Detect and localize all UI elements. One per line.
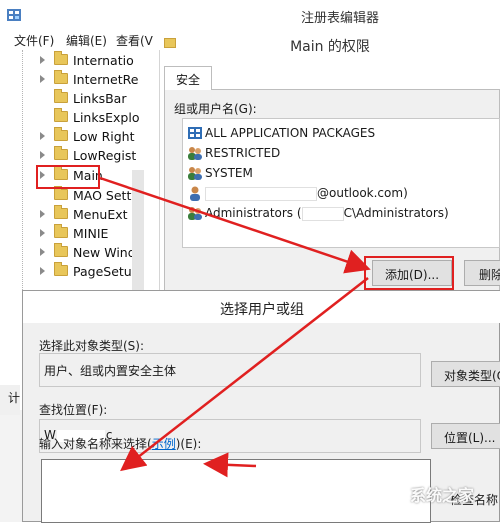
tree-item-label: PageSetup xyxy=(73,264,140,279)
expand-arrow-icon[interactable] xyxy=(40,267,45,275)
admin-prefix: Administrators ( xyxy=(205,206,302,220)
list-item[interactable]: ALL APPLICATION PACKAGES xyxy=(187,123,497,143)
menu-edit[interactable]: 编辑(E) xyxy=(66,32,107,49)
folder-icon xyxy=(54,224,68,238)
tree-item-label: LowRegist xyxy=(73,148,137,163)
tree-item-label: InternetRe xyxy=(73,72,139,87)
tree-item-linksbar[interactable]: LinksBar xyxy=(36,89,156,108)
expand-arrow-icon[interactable] xyxy=(40,210,45,218)
registry-status-bar: 计 xyxy=(0,385,20,415)
name-label-prefix: 输入对象名称来选择( xyxy=(39,437,152,451)
select-dialog-title: 选择用户或组 xyxy=(220,302,304,318)
registry-menubar: 文件(F) 编辑(E) 查看(V xyxy=(0,30,160,50)
list-item[interactable]: @outlook.com) xyxy=(187,183,497,203)
redacted-block xyxy=(301,206,344,221)
registry-window-title: 注册表编辑器 xyxy=(300,11,379,26)
expand-arrow-icon[interactable] xyxy=(40,56,45,64)
tree-item-label: LinksExplo xyxy=(73,110,140,125)
list-item[interactable]: Administrators ( C\Administrators) xyxy=(187,203,497,223)
folder-icon xyxy=(54,70,68,84)
list-item[interactable]: SYSTEM xyxy=(187,163,497,183)
folder-icon xyxy=(54,186,68,200)
registry-titlebar: 注册表编辑器 xyxy=(0,0,500,30)
menu-view[interactable]: 查看(V xyxy=(116,32,153,49)
tree-item-label: MAO Setti xyxy=(73,188,135,203)
expand-arrow-icon[interactable] xyxy=(40,75,45,83)
user-name: Administrators ( C\Administrators) xyxy=(205,206,449,221)
watermark: 系统之家 xyxy=(382,470,500,522)
watermark-text: 系统之家 xyxy=(410,486,475,505)
tree-item-internetre[interactable]: InternetRe xyxy=(36,70,156,89)
group-user-names-label: 组或用户名(G): xyxy=(174,102,257,116)
app-packages-icon xyxy=(188,127,202,139)
remove-button[interactable]: 删除 xyxy=(464,260,500,286)
user-group-icon xyxy=(188,207,202,220)
examples-link[interactable]: 示例 xyxy=(152,437,176,451)
folder-icon xyxy=(54,205,68,219)
menu-file[interactable]: 文件(F) xyxy=(14,32,54,49)
object-types-button[interactable]: 对象类型(O xyxy=(431,361,500,387)
expand-arrow-icon[interactable] xyxy=(40,229,45,237)
name-label-suffix: )(E): xyxy=(175,437,202,451)
tree-item-label: Low Right xyxy=(73,129,135,144)
redacted-block xyxy=(205,186,317,201)
tree-scrollbar-thumb[interactable] xyxy=(132,170,144,290)
folder-icon xyxy=(54,51,68,65)
folder-icon xyxy=(54,243,68,257)
folder-icon xyxy=(54,127,68,141)
user-name: ALL APPLICATION PACKAGES xyxy=(205,126,376,140)
folder-icon xyxy=(54,146,68,160)
location-label: 查找位置(F): xyxy=(39,403,108,417)
watermark-logo-icon xyxy=(386,481,410,499)
highlight-box-main xyxy=(36,165,100,189)
tree-item-label: MINIE xyxy=(73,226,109,241)
select-dialog-titlebar: 选择用户或组 xyxy=(23,291,500,323)
tree-item-label: MenuExt xyxy=(73,207,128,222)
tree-item-low-right[interactable]: Low Right xyxy=(36,127,156,146)
expand-arrow-icon[interactable] xyxy=(40,248,45,256)
list-item[interactable]: RESTRICTED xyxy=(187,143,497,163)
user-email-suffix: @outlook.com) xyxy=(317,186,408,200)
object-type-field: 用户、组或内置安全主体 xyxy=(39,353,421,387)
folder-icon xyxy=(54,262,68,276)
tree-item-lowregist[interactable]: LowRegist xyxy=(36,146,156,165)
object-name-label: 输入对象名称来选择(示例)(E): xyxy=(39,435,201,452)
object-names-input[interactable] xyxy=(41,459,431,523)
permissions-dialog-title: Main 的权限 xyxy=(290,39,370,55)
admin-suffix: C\Administrators) xyxy=(343,206,449,220)
tree-item-internatio[interactable]: Internatio xyxy=(36,51,156,70)
user-group-icon xyxy=(188,147,202,160)
folder-icon xyxy=(54,89,68,103)
tree-item-linksexplo[interactable]: LinksExplo xyxy=(36,108,156,127)
locations-button[interactable]: 位置(L)... xyxy=(431,423,500,449)
folder-icon xyxy=(54,108,68,122)
highlight-box-add xyxy=(364,256,454,290)
user-icon xyxy=(190,186,200,201)
tree-item-label: LinksBar xyxy=(73,91,127,106)
expand-arrow-icon[interactable] xyxy=(40,132,45,140)
user-name: RESTRICTED xyxy=(205,146,281,160)
user-name: @outlook.com) xyxy=(205,186,408,201)
tree-item-label: Internatio xyxy=(73,53,134,68)
expand-arrow-icon[interactable] xyxy=(40,151,45,159)
object-type-label: 选择此对象类型(S): xyxy=(39,339,145,353)
group-user-list: ALL APPLICATION PACKAGES RESTRICTED SYST… xyxy=(182,118,500,248)
user-group-icon xyxy=(188,167,202,180)
user-name: SYSTEM xyxy=(205,166,253,180)
tab-security[interactable]: 安全 xyxy=(164,66,212,90)
tree-item-label: New Wind xyxy=(73,245,136,260)
